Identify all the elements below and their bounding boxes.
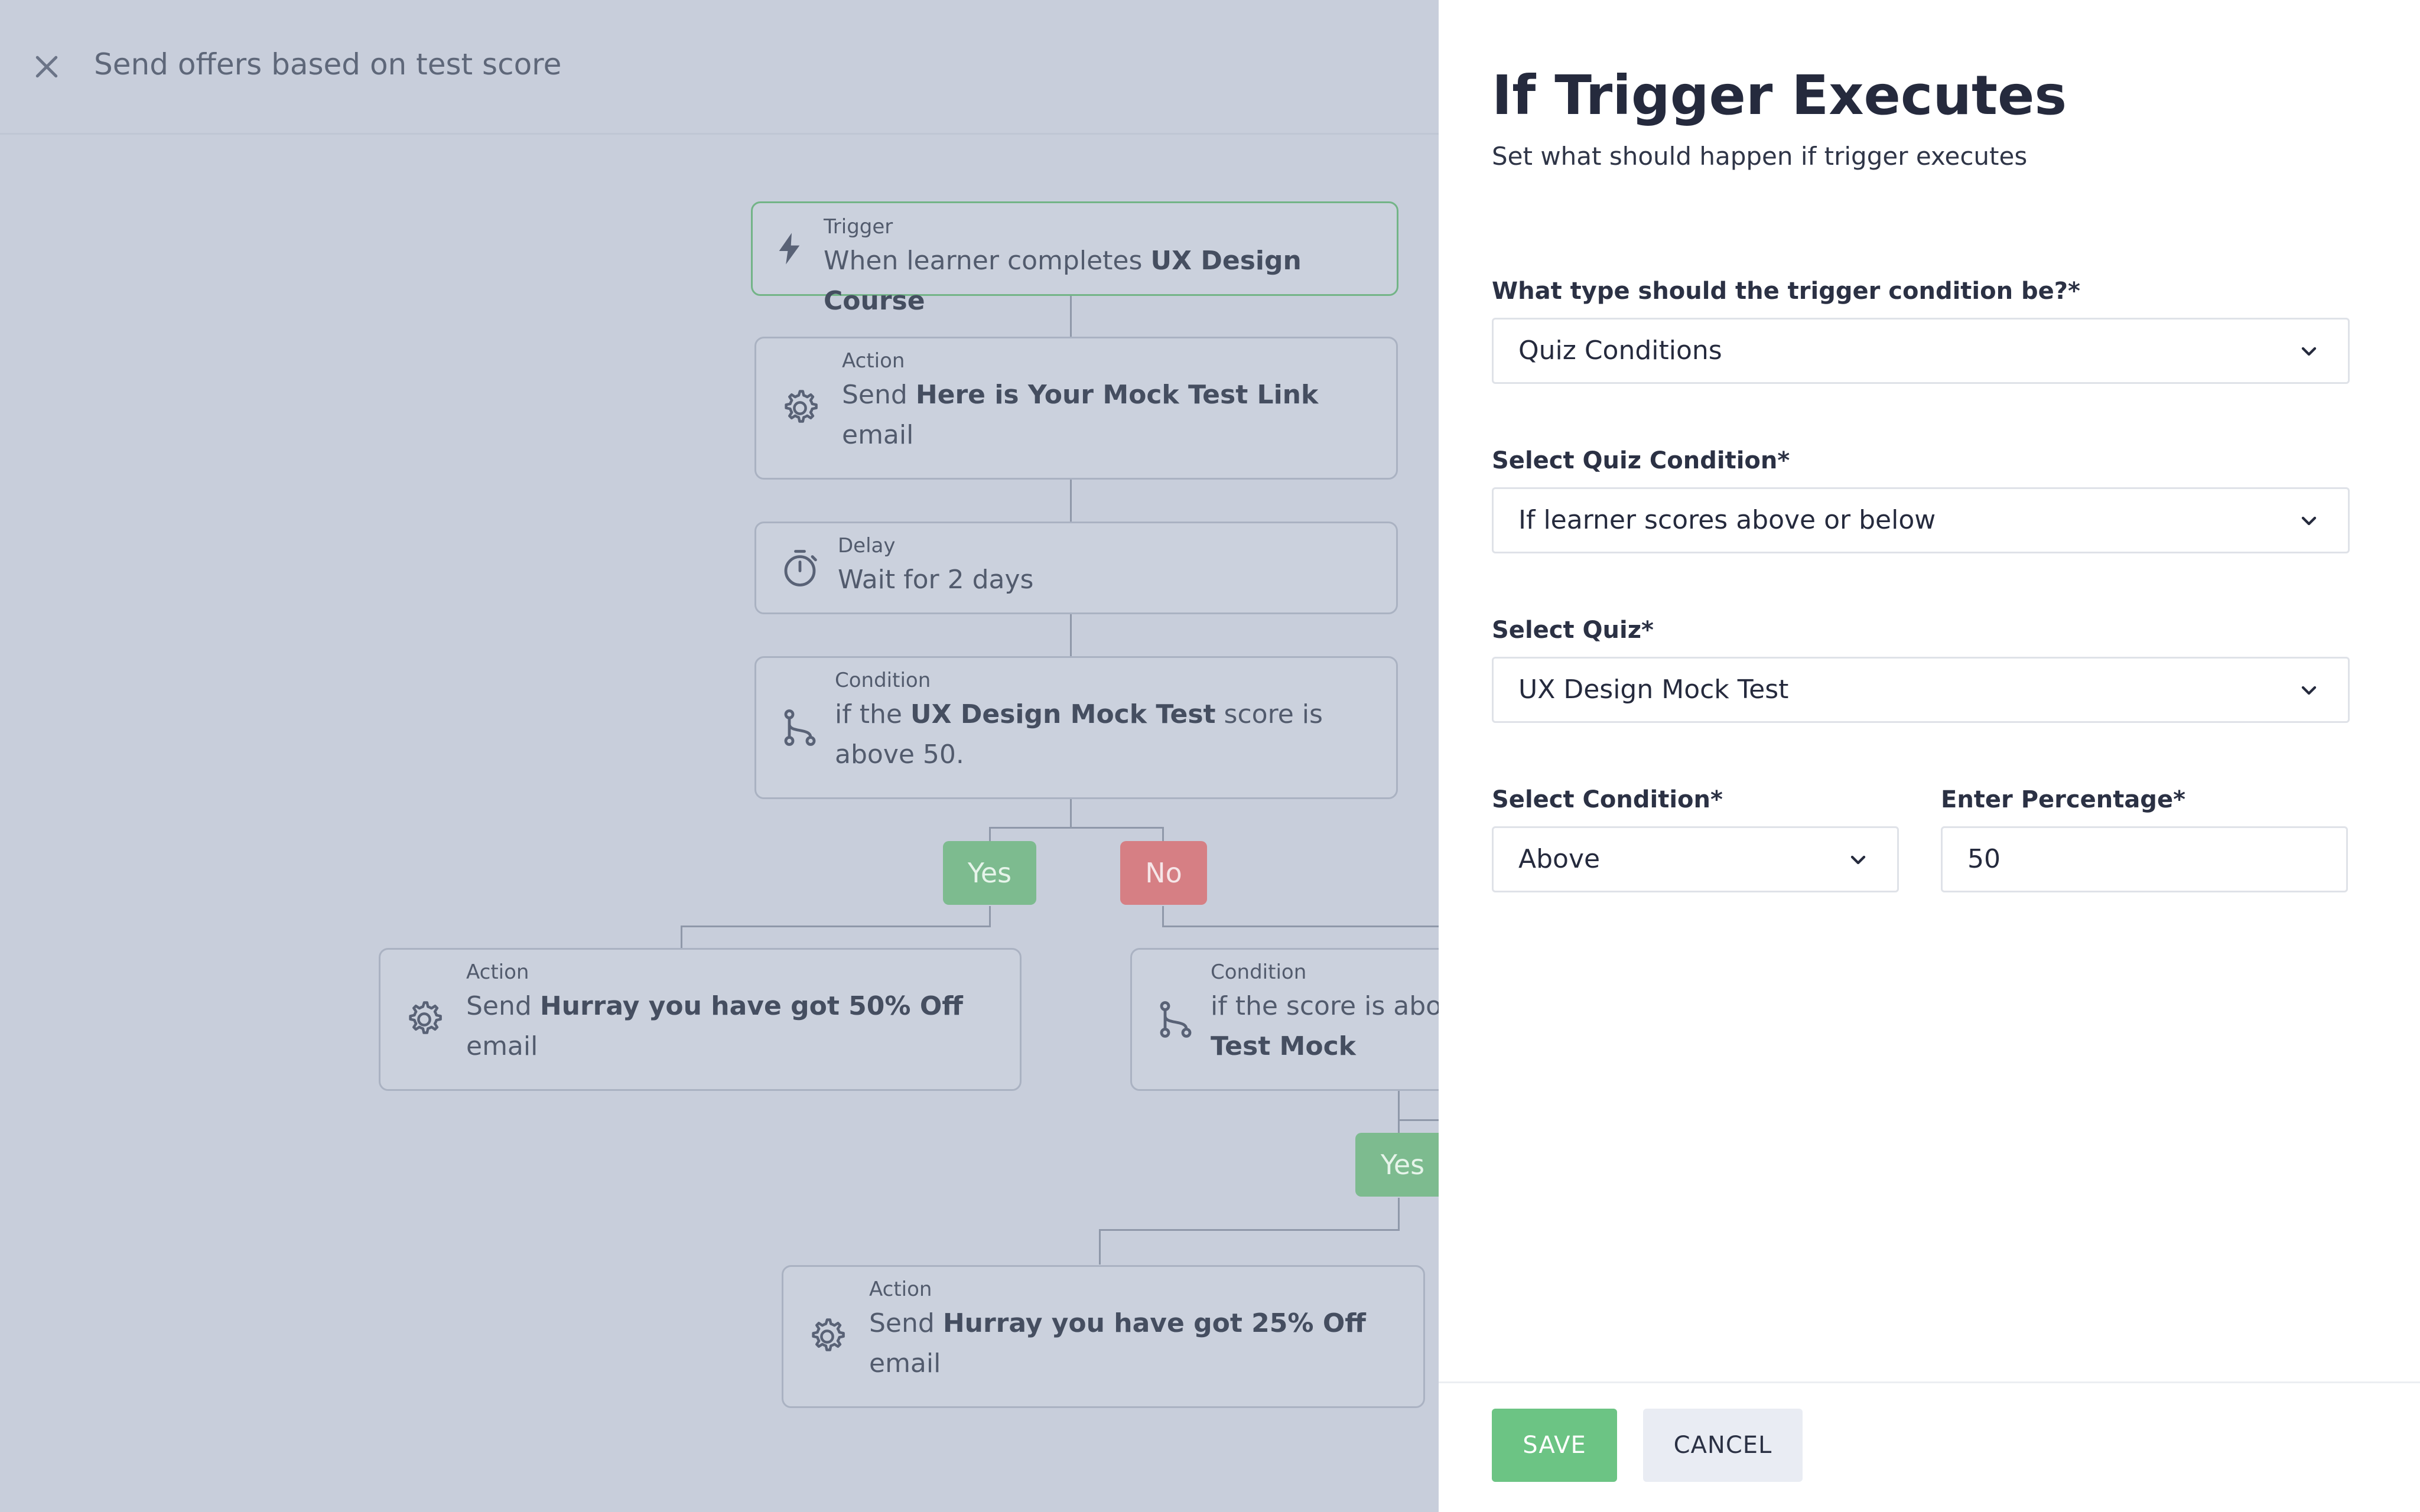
connector xyxy=(1162,827,1164,842)
connector xyxy=(1070,799,1072,828)
trigger-type-label: What type should the trigger condition b… xyxy=(1492,278,2080,305)
node-kind: Action xyxy=(869,1278,932,1301)
percentage-value: 50 xyxy=(1967,844,2001,874)
condition-value: Above xyxy=(1518,844,1601,874)
no-branch-label[interactable]: No xyxy=(1120,841,1207,905)
quiz-condition-label: Select Quiz Condition* xyxy=(1492,447,1790,474)
trigger-type-select[interactable]: Quiz Conditions xyxy=(1492,318,2350,384)
workflow-title: Send offers based on test score xyxy=(94,47,562,82)
stopwatch-icon xyxy=(784,549,817,586)
node-kind: Action xyxy=(466,960,529,984)
connector xyxy=(1099,1229,1101,1265)
save-button[interactable]: SAVE xyxy=(1492,1409,1617,1482)
panel-footer: SAVE CANCEL xyxy=(1439,1381,2420,1512)
node-text: Wait for 2 days xyxy=(838,565,1034,595)
node-text: Send Hurray you have got 50% Off email xyxy=(466,991,963,1061)
connector xyxy=(1398,1090,1400,1135)
lightning-icon xyxy=(779,233,800,265)
percentage-input[interactable]: 50 xyxy=(1941,826,2348,892)
connector xyxy=(1162,906,1164,927)
delay-node[interactable]: Delay Wait for 2 days xyxy=(754,522,1398,614)
quiz-value: UX Design Mock Test xyxy=(1518,674,1789,705)
node-kind: Trigger xyxy=(824,215,893,239)
connector xyxy=(989,906,991,927)
yes-branch-label[interactable]: Yes xyxy=(1355,1133,1439,1197)
branch-icon xyxy=(784,709,816,746)
condition-node[interactable]: Condition if the score is abov Test Mock xyxy=(1130,948,1439,1091)
node-kind: Delay xyxy=(838,534,896,558)
node-text: Send Hurray you have got 25% Off email xyxy=(869,1308,1366,1379)
node-kind: Action xyxy=(842,349,905,373)
trigger-type-value: Quiz Conditions xyxy=(1518,335,1722,366)
chevron-down-icon xyxy=(2301,686,2317,695)
quiz-label: Select Quiz* xyxy=(1492,617,1654,644)
chevron-down-icon xyxy=(2301,347,2317,356)
connector xyxy=(1398,1119,1439,1121)
percentage-label: Enter Percentage* xyxy=(1941,786,2185,813)
branch-icon xyxy=(1160,1001,1192,1038)
trigger-settings-panel: If Trigger Executes Set what should happ… xyxy=(1439,0,2420,1512)
workflow-canvas: Send offers based on test score Trigger … xyxy=(0,0,1439,1512)
gear-icon xyxy=(812,1318,845,1351)
quiz-condition-value: If learner scores above or below xyxy=(1518,505,1936,535)
canvas-header: Send offers based on test score xyxy=(0,0,1439,135)
node-text: Send Here is Your Mock Test Link email xyxy=(842,380,1319,450)
yes-branch-label[interactable]: Yes xyxy=(943,841,1036,905)
connector xyxy=(1070,480,1072,522)
panel-title: If Trigger Executes xyxy=(1492,64,2067,127)
chevron-down-icon xyxy=(1850,855,1866,865)
connector xyxy=(1398,1198,1400,1231)
node-text: if the UX Design Mock Test score is abov… xyxy=(835,699,1323,770)
node-kind: Condition xyxy=(1211,960,1307,984)
connector xyxy=(989,827,1164,829)
connector xyxy=(1099,1229,1400,1231)
quiz-condition-select[interactable]: If learner scores above or below xyxy=(1492,487,2350,553)
gear-icon xyxy=(409,1001,442,1034)
condition-label: Select Condition* xyxy=(1492,786,1723,813)
close-icon[interactable] xyxy=(31,51,63,83)
node-text: if the score is abov Test Mock xyxy=(1211,991,1439,1061)
connector xyxy=(1162,926,1439,927)
condition-select[interactable]: Above xyxy=(1492,826,1899,892)
quiz-select[interactable]: UX Design Mock Test xyxy=(1492,657,2350,723)
connector xyxy=(681,926,682,949)
gear-icon xyxy=(785,390,818,423)
connector xyxy=(989,827,991,842)
condition-node[interactable]: Condition if the UX Design Mock Test sco… xyxy=(754,656,1398,799)
action-node[interactable]: Action Send Hurray you have got 50% Off e… xyxy=(379,948,1022,1091)
action-node[interactable]: Action Send Hurray you have got 25% Off e… xyxy=(782,1265,1425,1408)
connector xyxy=(1070,614,1072,657)
node-text: When learner completes UX Design Course xyxy=(824,246,1302,316)
cancel-button[interactable]: CANCEL xyxy=(1643,1409,1803,1482)
action-node[interactable]: Action Send Here is Your Mock Test Link e… xyxy=(754,337,1398,480)
trigger-node[interactable]: Trigger When learner completes UX Design… xyxy=(751,201,1398,316)
node-kind: Condition xyxy=(835,669,931,692)
chevron-down-icon xyxy=(2301,516,2317,526)
panel-subtitle: Set what should happen if trigger execut… xyxy=(1492,142,2028,171)
connector xyxy=(681,926,991,927)
